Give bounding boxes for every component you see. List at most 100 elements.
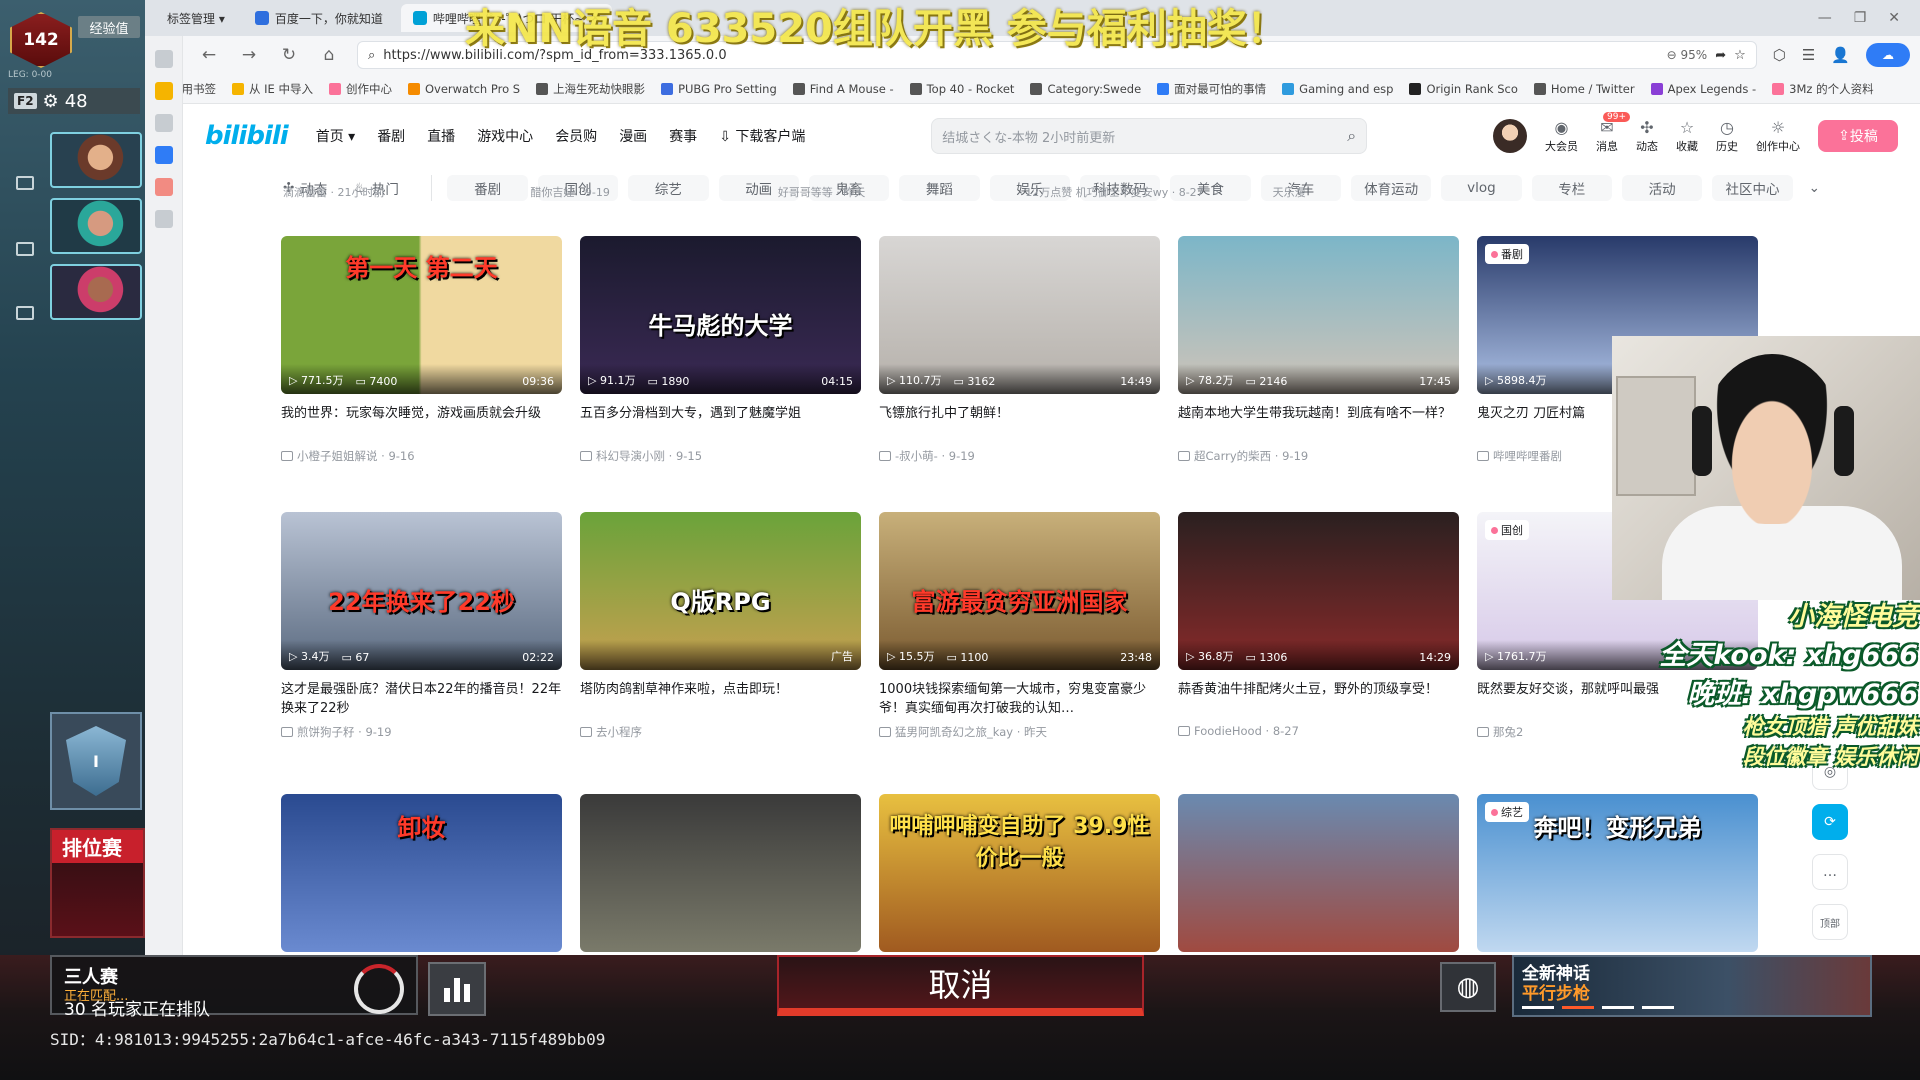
filter-icon[interactable] <box>154 114 173 132</box>
channel-pill[interactable]: 社区中心 <box>1712 175 1793 201</box>
user-icon[interactable]: 👤 <box>1831 46 1850 64</box>
nav-game-center[interactable]: 游戏中心 <box>477 126 533 146</box>
nav-live[interactable]: 直播 <box>427 126 455 146</box>
bookmark-item[interactable]: Category:Swede <box>1030 82 1141 96</box>
video-card[interactable] <box>1178 794 1459 952</box>
nav-download[interactable]: ⇩ 下载客户端 <box>719 126 805 146</box>
pager-dot[interactable] <box>1602 1006 1634 1009</box>
refresh-button[interactable]: ⟳ <box>1812 804 1848 840</box>
bookmark-item[interactable]: Home / Twitter <box>1533 82 1635 96</box>
bookmark-item[interactable]: Origin Rank Sco <box>1409 82 1518 96</box>
bookmark-item[interactable]: Apex Legends - <box>1650 82 1756 96</box>
video-card[interactable]: ▷ 110.7万 ▭ 3162 14:49 飞镖旅行扎中了朝鲜！ -叔小萌- · 9-1… <box>879 236 1160 464</box>
bookmark-item[interactable]: 上海生死劫快眼影 <box>536 81 645 97</box>
video-thumbnail[interactable]: ▷ 110.7万 ▭ 3162 14:49 <box>879 236 1160 394</box>
nav-anime[interactable]: 番剧 <box>377 126 405 146</box>
back-to-top-button[interactable]: 顶部 <box>1812 904 1848 940</box>
video-title[interactable]: 蒜香黄油牛排配烤火土豆，野外的顶级享受！ <box>1178 680 1459 718</box>
video-thumbnail[interactable]: 第一天 第二天 ▷ 771.5万 ▭ 7400 09:36 <box>281 236 562 394</box>
favorites-icon[interactable] <box>154 82 173 100</box>
video-card[interactable] <box>580 794 861 952</box>
channel-pill[interactable]: 活动 <box>1621 175 1703 201</box>
chevron-down-icon[interactable]: ⌄ <box>1809 180 1820 196</box>
uploader-info[interactable]: 去小程序 <box>580 724 861 740</box>
forward-icon[interactable]: → <box>237 43 261 67</box>
card-meta[interactable]: 滴滴蕾蕾 · 21小时前 <box>281 184 528 206</box>
uploader-info[interactable]: 煎饼狗子籽 · 9-19 <box>281 724 562 740</box>
bookmark-item[interactable]: 面对最可怕的事情 <box>1157 81 1266 97</box>
header-messages[interactable]: ✉ 99+ 消息 <box>1596 112 1630 154</box>
nav-mall[interactable]: 会员购 <box>555 126 597 146</box>
video-card[interactable]: 卸妆 <box>281 794 562 952</box>
tab-baidu[interactable]: 百度一下，你就知道 <box>243 4 395 32</box>
teammate-portrait-2[interactable] <box>50 198 142 254</box>
bookmark-item[interactable]: Overwatch Pro S <box>407 82 520 96</box>
video-thumbnail[interactable]: 22年换来了22秒 ▷ 3.4万 ▭ 67 02:22 <box>281 512 562 670</box>
video-card[interactable]: 富游最贫穷亚洲国家 ▷ 15.5万 ▭ 1100 23:48 1000块钱探索缅甸第一大… <box>879 512 1160 740</box>
bilibili-logo[interactable]: bilibili <box>205 121 289 151</box>
more-icon[interactable]: … <box>1812 854 1848 890</box>
header-favorites[interactable]: ☆ 收藏 <box>1676 118 1698 154</box>
uploader-info[interactable]: 科幻导演小刚 · 9-15 <box>580 448 861 464</box>
search-icon[interactable]: ⌕ <box>1347 126 1356 146</box>
extensions-icon[interactable]: ⬡ <box>1773 46 1786 64</box>
video-card[interactable]: 综艺 奔吧！变形兄弟 <box>1477 794 1758 952</box>
add-icon[interactable] <box>154 210 173 228</box>
video-thumbnail[interactable] <box>1178 794 1459 952</box>
video-title[interactable]: 1000块钱探索缅甸第一大城市，穷鬼变富豪少爷！真实缅甸再次打破我的认知… <box>879 680 1160 718</box>
video-thumbnail[interactable]: 卸妆 <box>281 794 562 952</box>
video-title[interactable]: 飞镖旅行扎中了朝鲜！ <box>879 404 1160 442</box>
zoom-level[interactable]: ⊖ 95% <box>1667 48 1708 62</box>
uploader-info[interactable]: 猛男阿凯奇幻之旅_kay · 昨天 <box>879 724 1160 740</box>
video-card[interactable]: 呷哺呷哺变自助了 39.9性价比一般 <box>879 794 1160 952</box>
ranked-mode-card[interactable]: 排位赛 <box>50 828 145 938</box>
pager-dot[interactable] <box>1562 1006 1594 1009</box>
video-title[interactable]: 塔防肉鸽割草神作来啦，点击即玩！ <box>580 680 861 718</box>
nav-esports[interactable]: 赛事 <box>669 126 697 146</box>
video-thumbnail[interactable]: 牛马彪的大学 ▷ 91.1万 ▭ 1890 04:15 <box>580 236 861 394</box>
card-meta[interactable]: 天乐漫 <box>1271 184 1518 206</box>
nav-manga[interactable]: 漫画 <box>619 126 647 146</box>
video-thumbnail[interactable]: ▷ 78.2万 ▭ 2146 17:45 <box>1178 236 1459 394</box>
home-icon[interactable]: ⌂ <box>317 43 341 67</box>
video-card[interactable]: Q版RPG 广告 塔防肉鸽割草神作来啦，点击即玩！ 去小程序 <box>580 512 861 740</box>
pager-dot[interactable] <box>1642 1006 1674 1009</box>
header-dynamic[interactable]: ✣ 动态 <box>1636 118 1658 154</box>
back-icon[interactable]: ← <box>197 43 221 67</box>
video-title[interactable]: 五百多分滑档到大专，遇到了魅魔学姐 <box>580 404 861 442</box>
teammate-portrait-1[interactable] <box>50 132 142 188</box>
app-icon[interactable] <box>154 146 173 164</box>
uploader-info[interactable]: FoodieHood · 8-27 <box>1178 724 1459 738</box>
cancel-matchmaking-button[interactable]: 取消 <box>777 955 1144 1016</box>
close-window-icon[interactable]: ✕ <box>1888 10 1900 26</box>
app-icon[interactable] <box>154 178 173 196</box>
card-meta[interactable]: 醋你吉娃 · 9-19 <box>528 184 775 206</box>
cloud-sync-button[interactable]: ☁ <box>1866 43 1910 67</box>
video-thumbnail[interactable]: 富游最贫穷亚洲国家 ▷ 15.5万 ▭ 1100 23:48 <box>879 512 1160 670</box>
uploader-info[interactable]: 小橙子姐姐解说 · 9-16 <box>281 448 562 464</box>
avatar[interactable] <box>1493 119 1527 153</box>
uploader-info[interactable]: -叔小萌- · 9-19 <box>879 448 1160 464</box>
video-thumbnail[interactable]: 呷哺呷哺变自助了 39.9性价比一般 <box>879 794 1160 952</box>
globe-icon[interactable]: ◍ <box>1440 962 1496 1012</box>
video-title[interactable]: 这才是最强卧底？潜伏日本22年的播音员！22年换来了22秒 <box>281 680 562 718</box>
minimize-icon[interactable]: — <box>1818 10 1832 26</box>
video-card[interactable]: 22年换来了22秒 ▷ 3.4万 ▭ 67 02:22 这才是最强卧底？潜伏日本22年的… <box>281 512 562 740</box>
video-thumbnail[interactable] <box>580 794 861 952</box>
bookmark-item[interactable]: Gaming and esp <box>1282 82 1393 96</box>
pager-dot[interactable] <box>1522 1006 1554 1009</box>
teammate-portrait-3[interactable] <box>50 264 142 320</box>
upload-button[interactable]: ⇪ 投稿 <box>1818 120 1898 152</box>
header-history[interactable]: ◷ 历史 <box>1716 118 1738 154</box>
menu-icon[interactable]: ☰ <box>1802 46 1815 64</box>
video-card[interactable]: 第一天 第二天 ▷ 771.5万 ▭ 7400 09:36 我的世界：玩家每次睡觉，游戏… <box>281 236 562 464</box>
card-meta[interactable]: 好哥哥等等 · 昨天 <box>776 184 1023 206</box>
bookmark-star-icon[interactable]: ☆ <box>1734 48 1746 63</box>
header-vip[interactable]: ◉ 大会员 <box>1545 118 1578 154</box>
search-input[interactable]: 结城さくな-本物 2小时前更新 ⌕ <box>931 118 1368 154</box>
bookmark-item[interactable]: Top 40 - Rocket <box>909 82 1014 96</box>
video-card[interactable]: ▷ 78.2万 ▭ 2146 17:45 越南本地大学生带我玩越南！到底有啥不一样？ 超… <box>1178 236 1459 464</box>
video-title[interactable]: 越南本地大学生带我玩越南！到底有啥不一样？ <box>1178 404 1459 442</box>
store-promo-card[interactable]: 全新神话 平行步枪 <box>1512 955 1872 1017</box>
bookmark-item[interactable]: 从 IE 中导入 <box>232 81 313 97</box>
